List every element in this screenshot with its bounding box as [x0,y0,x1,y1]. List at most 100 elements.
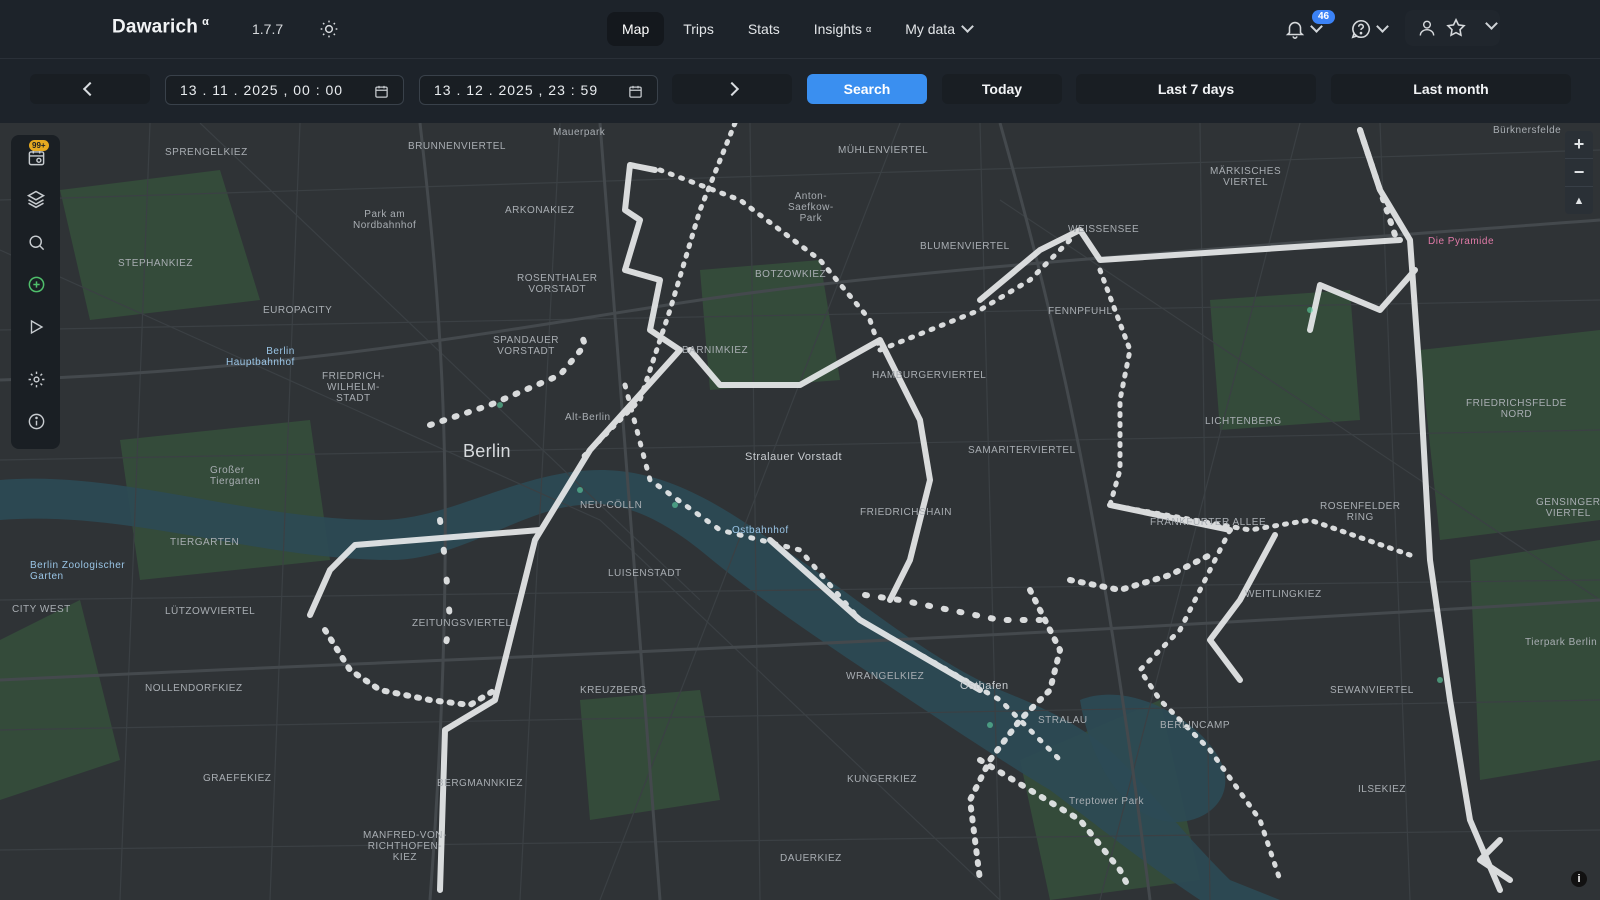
nav-insights[interactable]: Insights α [799,12,886,46]
date-toolbar: 13 . 11 . 2025 , 00 : 00 13 . 12 . 2025 … [0,59,1600,123]
map-label: BLUMENVIERTEL [920,241,1010,252]
settings-icon [28,371,44,387]
map-label: ILSEKIEZ [1358,784,1406,795]
user-menu[interactable] [1405,10,1500,46]
previous-range-button[interactable] [30,74,150,104]
map-label: WRANGELKIEZ [846,671,925,682]
nav-my-data-dropdown[interactable]: My data [890,12,987,46]
calendar-icon [375,85,388,98]
layers-button[interactable] [24,187,48,211]
map-canvas[interactable]: Berlin SPRENGELKIEZ BRUNNENVIERTEL MÜHLE… [0,123,1600,900]
map-label: TIERGARTEN [170,537,240,548]
brand-logo[interactable]: Dawarich α [112,16,209,38]
map-label: SPRENGELKIEZ [165,147,248,158]
map-label: WEISSENSEE [1068,224,1140,235]
map-label: Treptower Park [1069,796,1144,807]
map-label: DAUERKIEZ [780,853,842,864]
map-label: Großer Tiergarten [210,465,261,487]
add-point-button[interactable] [24,272,48,296]
map-settings-button[interactable] [24,367,48,391]
map-label-berlin: Berlin [463,441,511,461]
map-label: STEPHANKIEZ [118,258,193,269]
map-label: LÜTZOWVIERTEL [165,606,256,617]
search-icon [28,234,44,250]
star-icon [1446,17,1466,37]
map-label: Die Pyramide [1428,236,1495,247]
start-datetime-input[interactable]: 13 . 11 . 2025 , 00 : 00 [165,75,404,105]
map-label: KUNGERKIEZ [847,774,918,785]
map-label: FRIEDRICH- WILHELM- STADT [322,371,385,404]
layers-icon [26,190,46,209]
map-label: ROSENTHALER VORSTADT [517,273,598,295]
map-search-button[interactable] [24,230,48,254]
top-navbar: Dawarich α 1.7.7 Map Trips Stats Insights… [0,0,1600,59]
map-sidebar: 99+ [11,135,60,449]
replay-button[interactable] [24,315,48,339]
zoom-in-button[interactable]: + [1565,131,1593,159]
map-label: Alt-Berlin [565,412,611,423]
nav-map[interactable]: Map [607,12,665,46]
map-label: HAMBURGERVIERTEL [872,370,987,381]
map-label: Bürknersfelde [1493,125,1562,136]
map-label: EUROPACITY [263,305,333,316]
map-label: LICHTENBERG [1205,416,1282,427]
map-label: GENSINGER VIERTEL [1536,497,1600,519]
main-nav: Map Trips Stats Insights α My data [607,12,987,46]
map-label: FRIEDRICHSHAIN [860,507,953,518]
zoom-controls: + − ▲ [1565,131,1593,214]
chevron-down-icon [1485,17,1498,30]
calendar-icon [629,85,642,98]
map-label: CITY WEST [12,604,71,615]
nav-trips[interactable]: Trips [668,12,729,46]
map-label: KREUZBERG [580,685,647,696]
map-label: BRUNNENVIERTEL [408,141,506,152]
search-button[interactable]: Search [807,74,927,104]
map-label: Tierpark Berlin [1525,637,1598,648]
today-button[interactable]: Today [942,74,1062,104]
map-label: Berlin Zoologischer Garten [30,560,126,582]
map-label: BERGMANNKIEZ [437,778,524,789]
user-icon [1419,20,1435,36]
map-label: BARNIMKIEZ [682,345,749,356]
chevron-left-icon [82,81,98,97]
info-icon [28,413,44,429]
last-7-days-button[interactable]: Last 7 days [1076,74,1316,104]
map-label: FRANKFURTER ALLEE [1150,517,1267,528]
map-label: ARKONAKIEZ [505,205,575,216]
app-version: 1.7.7 [252,21,284,37]
compass-button[interactable]: ▲ [1565,187,1593,214]
theme-toggle-button[interactable] [316,16,342,42]
next-range-button[interactable] [672,74,792,104]
map-info-button[interactable] [24,409,48,433]
map-label: STRALAU [1038,715,1088,726]
map-label: MÜHLENVIERTEL [838,145,929,156]
nav-stats[interactable]: Stats [733,12,795,46]
map-label: SPANDAUER VORSTADT [493,335,559,357]
map-label: Ostbahnhof [732,525,789,536]
map-attribution-button[interactable]: i [1571,871,1587,887]
map-label: SEWANVIERTEL [1330,685,1414,696]
notifications-count-badge: 46 [1312,10,1336,24]
map-label: MÄRKISCHES VIERTEL [1210,166,1282,188]
sun-icon [320,20,338,38]
end-datetime-input[interactable]: 13 . 12 . 2025 , 23 : 59 [419,75,658,105]
map-label: Berlin Hauptbahnhof [226,346,295,368]
play-icon [30,319,44,335]
chevron-right-icon [724,81,740,97]
map-label: MANFRED-VON- RICHTHOFEN- KIEZ [363,830,447,863]
chevron-down-icon [1376,20,1389,33]
chevron-down-icon [961,20,974,33]
map-label: Anton- Saefkow- Park [788,191,834,224]
add-circle-icon [28,276,44,292]
map-label: LUISENSTADT [608,568,682,579]
help-button[interactable] [1350,15,1389,43]
map-label: FENNPFUHL [1048,306,1113,317]
zoom-out-button[interactable]: − [1565,159,1593,187]
map-label: WEITLINGKIEZ [1245,589,1322,600]
map-label: BOTZOWKIEZ [755,269,827,280]
map-label: NOLLENDORFKIEZ [145,683,243,694]
last-month-button[interactable]: Last month [1331,74,1571,104]
map-label: Osthafen [960,680,1009,692]
map-label: Park am Nordbahnhof [353,209,417,231]
map-label: ZEITUNGSVIERTEL [412,618,512,629]
